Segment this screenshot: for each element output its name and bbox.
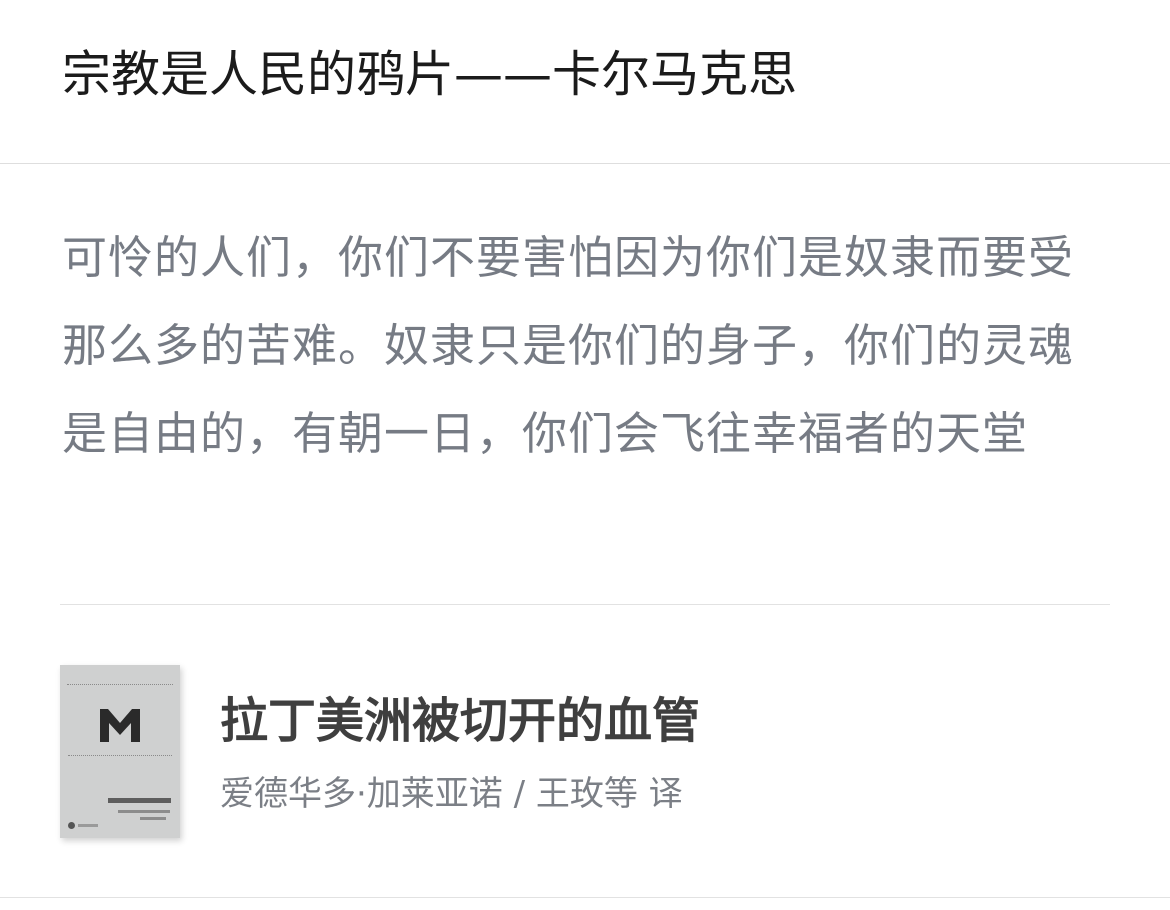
cover-top-line (67, 679, 173, 685)
cover-title-mark (108, 798, 171, 803)
quote-text: 可怜的人们，你们不要害怕因为你们是奴隶而要受那么多的苦难。奴隶只是你们的身子，你… (62, 231, 1075, 460)
m-logo-icon (100, 709, 140, 742)
book-title[interactable]: 拉丁美洲被切开的血管 (220, 691, 700, 751)
cover-author-mark (118, 810, 170, 813)
book-card[interactable]: 拉丁美洲被切开的血管 爱德华多·加莱亚诺 / 王玫等 译 (0, 605, 1170, 898)
publisher-mark (78, 824, 98, 827)
bottom-divider (0, 897, 1170, 898)
publisher-seal-icon (68, 822, 75, 829)
cover-sub-line (68, 755, 172, 758)
cover-translator-mark (140, 817, 166, 820)
book-cover[interactable] (60, 665, 180, 838)
page-title: 宗教是人民的鸦片——卡尔马克思 (62, 46, 798, 103)
book-author: 爱德华多·加莱亚诺 / 王玫等 译 (220, 774, 683, 814)
header: 宗教是人民的鸦片——卡尔马克思 (0, 0, 1170, 164)
